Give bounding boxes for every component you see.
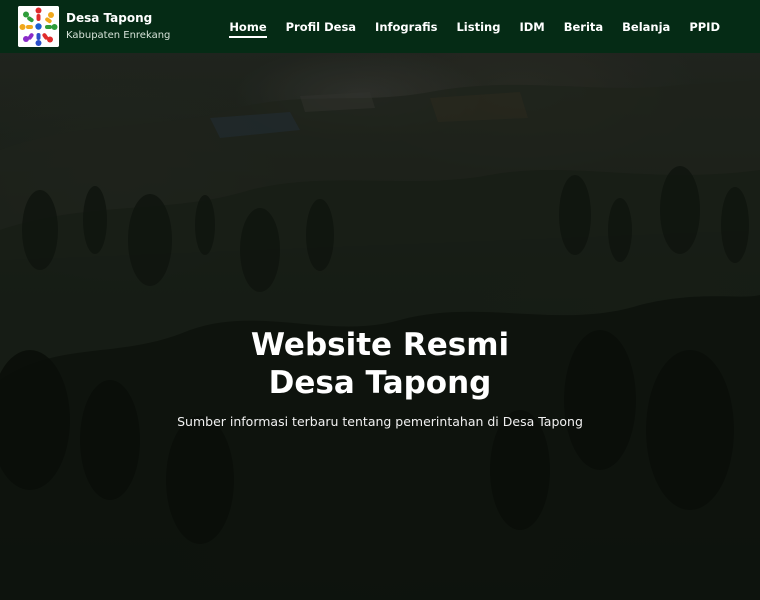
site-title[interactable]: Desa Tapong bbox=[66, 11, 170, 26]
nav-item-listing[interactable]: Listing bbox=[456, 20, 500, 34]
brand-text: Desa Tapong Kabupaten Enrekang bbox=[66, 11, 170, 43]
hero-title-line-2: Desa Tapong bbox=[268, 365, 492, 401]
page: Desa Tapong Kabupaten Enrekang Home Prof… bbox=[0, 0, 760, 600]
nav-item-berita[interactable]: Berita bbox=[564, 20, 603, 34]
site-subtitle: Kabupaten Enrekang bbox=[66, 29, 171, 41]
nav-item-belanja[interactable]: Belanja bbox=[622, 20, 670, 34]
hero-title: Website Resmi Desa Tapong bbox=[0, 326, 760, 402]
hero-subtitle: Sumber informasi terbaru tentang pemerin… bbox=[177, 414, 583, 429]
brand[interactable]: Desa Tapong Kabupaten Enrekang bbox=[18, 6, 170, 47]
main-nav: Home Profil Desa Infografis Listing IDM … bbox=[210, 0, 720, 53]
navbar: Desa Tapong Kabupaten Enrekang Home Prof… bbox=[0, 0, 760, 53]
village-logo-icon[interactable] bbox=[18, 6, 59, 47]
hero-content: Website Resmi Desa Tapong Sumber informa… bbox=[0, 326, 760, 430]
nav-item-idm[interactable]: IDM bbox=[519, 20, 544, 34]
nav-item-ppid[interactable]: PPID bbox=[689, 20, 720, 34]
nav-item-home[interactable]: Home bbox=[229, 20, 267, 38]
hero-overlay bbox=[0, 0, 760, 600]
hero-background-image bbox=[0, 0, 760, 600]
hero-title-line-1: Website Resmi bbox=[250, 327, 510, 363]
nav-item-profil-desa[interactable]: Profil Desa bbox=[286, 20, 356, 34]
nav-item-infografis[interactable]: Infografis bbox=[375, 20, 437, 34]
